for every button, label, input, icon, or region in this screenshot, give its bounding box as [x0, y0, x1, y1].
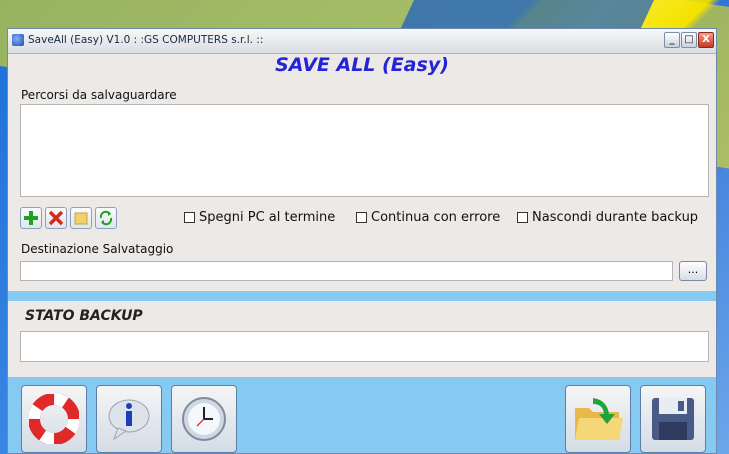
- add-icon: [24, 211, 38, 225]
- restore-button[interactable]: [565, 385, 631, 453]
- save-button[interactable]: [640, 385, 706, 453]
- remove-path-button[interactable]: [45, 207, 67, 229]
- paths-list[interactable]: [20, 104, 709, 197]
- separator-band: [8, 291, 716, 301]
- close-button[interactable]: X: [698, 32, 714, 48]
- minimize-button[interactable]: _: [664, 32, 680, 48]
- save-disk-icon: [652, 398, 694, 440]
- open-folder-icon: [575, 398, 623, 440]
- app-heading: SAVE ALL (Easy): [275, 54, 449, 76]
- shutdown-label: Spegni PC al termine: [199, 210, 336, 225]
- continue-on-error-checkbox[interactable]: [356, 212, 367, 223]
- info-icon: [108, 399, 150, 441]
- maximize-button[interactable]: □: [681, 32, 697, 48]
- folder-icon: [74, 212, 88, 225]
- paths-label: Percorsi da salvaguardare: [21, 88, 177, 102]
- window-controls: _ □ X: [664, 32, 714, 48]
- status-field: [20, 331, 709, 362]
- destination-field[interactable]: [20, 261, 673, 281]
- app-icon: [12, 34, 24, 46]
- info-button[interactable]: [96, 385, 162, 453]
- help-lifebuoy-icon: [29, 394, 79, 444]
- destination-label: Destinazione Salvataggio: [21, 242, 174, 256]
- browse-destination-button[interactable]: ...: [679, 261, 707, 281]
- continue-on-error-label: Continua con errore: [371, 210, 501, 225]
- shutdown-checkbox[interactable]: [184, 212, 195, 223]
- shutdown-option[interactable]: Spegni PC al termine: [184, 210, 335, 225]
- browse-paths-button[interactable]: [70, 207, 92, 229]
- title-bar[interactable]: SaveAll (Easy) V1.0 : :GS COMPUTERS s.r.…: [8, 29, 716, 54]
- refresh-icon: [99, 210, 113, 226]
- refresh-button[interactable]: [95, 207, 117, 229]
- status-heading: STATO BACKUP: [25, 308, 143, 324]
- window-title: SaveAll (Easy) V1.0 : :GS COMPUTERS s.r.…: [28, 34, 264, 46]
- clock-icon: [182, 397, 226, 441]
- scheduler-button[interactable]: [171, 385, 237, 453]
- help-button[interactable]: [21, 385, 87, 453]
- remove-icon: [48, 210, 64, 226]
- hide-during-backup-option[interactable]: Nascondi durante backup: [517, 210, 698, 225]
- app-window: SaveAll (Easy) V1.0 : :GS COMPUTERS s.r.…: [7, 28, 717, 454]
- hide-during-backup-checkbox[interactable]: [517, 212, 528, 223]
- add-path-button[interactable]: [20, 207, 42, 229]
- hide-during-backup-label: Nascondi durante backup: [532, 210, 699, 225]
- continue-on-error-option[interactable]: Continua con errore: [356, 210, 500, 225]
